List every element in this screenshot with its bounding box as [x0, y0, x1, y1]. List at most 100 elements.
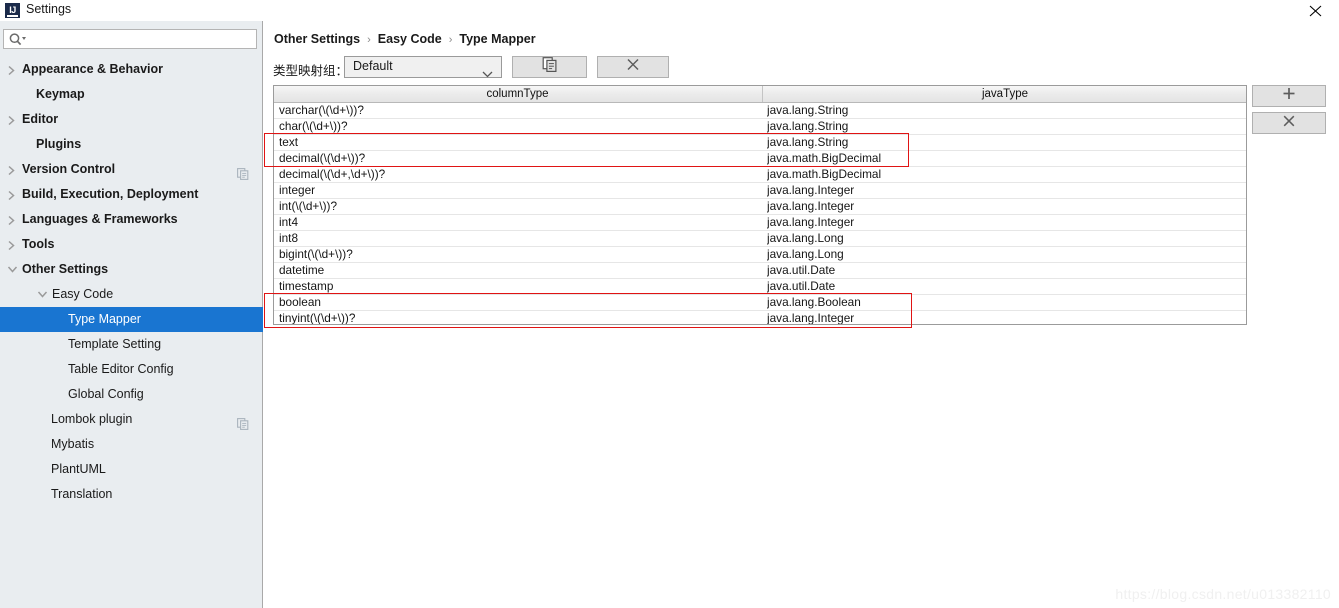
cell-javatype[interactable]: java.lang.String: [767, 135, 848, 151]
table-row[interactable]: bigint(\(\d+\))? java.lang.Long: [274, 247, 1246, 263]
table-row[interactable]: timestamp java.util.Date: [274, 279, 1246, 295]
sidebar-item-label: Mybatis: [51, 432, 94, 457]
cell-columntype[interactable]: integer: [279, 183, 315, 199]
sidebar-item-label: Tools: [22, 232, 54, 257]
chevron-right-icon[interactable]: [6, 182, 18, 207]
copy-icon: [542, 57, 557, 77]
delete-group-button[interactable]: [597, 56, 669, 78]
column-header-javatype[interactable]: javaType: [762, 86, 1247, 102]
chevron-right-icon[interactable]: [6, 107, 18, 132]
table-row[interactable]: integer java.lang.Integer: [274, 183, 1246, 199]
chevron-right-icon[interactable]: [6, 232, 18, 257]
table-row[interactable]: int8 java.lang.Long: [274, 231, 1246, 247]
cell-columntype[interactable]: int8: [279, 231, 298, 247]
sidebar-item-easy-code[interactable]: Easy Code: [0, 282, 263, 307]
table-row[interactable]: decimal(\(\d+,\d+\))? java.math.BigDecima…: [274, 167, 1246, 183]
settings-content-pane: Other Settings›Easy Code›Type Mapper 类型映…: [264, 21, 1339, 608]
cell-columntype[interactable]: int(\(\d+\))?: [279, 199, 337, 215]
cell-javatype[interactable]: java.util.Date: [767, 279, 835, 295]
sidebar-item-template-setting[interactable]: Template Setting: [0, 332, 263, 357]
sidebar-item-tools[interactable]: Tools: [0, 232, 263, 257]
sidebar-item-label: Template Setting: [68, 332, 161, 357]
cell-javatype[interactable]: java.lang.Long: [767, 247, 844, 263]
type-mapping-group-label: 类型映射组：: [273, 60, 348, 79]
search-box[interactable]: [3, 29, 257, 49]
sidebar-item-languages-frameworks[interactable]: Languages & Frameworks: [0, 207, 263, 232]
copy-group-button[interactable]: [512, 56, 587, 78]
cell-javatype[interactable]: java.util.Date: [767, 263, 835, 279]
breadcrumb-item[interactable]: Other Settings: [274, 32, 360, 46]
sidebar-item-table-editor-config[interactable]: Table Editor Config: [0, 357, 263, 382]
breadcrumb-item[interactable]: Type Mapper: [459, 32, 535, 46]
breadcrumb-separator: ›: [442, 34, 460, 46]
chevron-right-icon[interactable]: [6, 207, 18, 232]
sidebar-item-plantuml[interactable]: PlantUML: [0, 457, 263, 482]
cell-javatype[interactable]: java.lang.String: [767, 119, 848, 135]
cell-javatype[interactable]: java.lang.Long: [767, 231, 844, 247]
cell-javatype[interactable]: java.lang.Integer: [767, 199, 854, 215]
add-mapping-button[interactable]: [1252, 85, 1326, 107]
table-header-row: columnType javaType: [274, 86, 1246, 103]
cell-javatype[interactable]: java.lang.Integer: [767, 311, 854, 325]
cell-columntype[interactable]: tinyint(\(\d+\))?: [279, 311, 355, 325]
sidebar-item-label: Other Settings: [22, 257, 108, 282]
window-title: Settings: [26, 2, 71, 16]
search-input[interactable]: [30, 30, 254, 48]
cell-javatype[interactable]: java.lang.String: [767, 103, 848, 119]
sidebar-item-keymap[interactable]: Keymap: [0, 82, 263, 107]
sidebar-item-label: Editor: [22, 107, 58, 132]
cell-columntype[interactable]: timestamp: [279, 279, 333, 295]
column-header-columntype[interactable]: columnType: [274, 86, 761, 102]
chevron-right-icon[interactable]: [6, 57, 18, 82]
table-row[interactable]: int(\(\d+\))? java.lang.Integer: [274, 199, 1246, 215]
sidebar-item-translation[interactable]: Translation: [0, 482, 263, 507]
close-icon: [1283, 114, 1295, 132]
table-row[interactable]: varchar(\(\d+\))? java.lang.String: [274, 103, 1246, 119]
cell-columntype[interactable]: varchar(\(\d+\))?: [279, 103, 364, 119]
table-row[interactable]: text java.lang.String: [274, 135, 1246, 151]
table-row[interactable]: decimal(\(\d+\))? java.math.BigDecimal: [274, 151, 1246, 167]
type-mapper-table: columnType javaType varchar(\(\d+\))? jav…: [273, 85, 1247, 325]
table-row[interactable]: int4 java.lang.Integer: [274, 215, 1246, 231]
sidebar-item-lombok-plugin[interactable]: Lombok plugin: [0, 407, 263, 432]
cell-javatype[interactable]: java.lang.Integer: [767, 183, 854, 199]
sidebar-item-label: Easy Code: [52, 282, 113, 307]
sidebar-item-version-control[interactable]: Version Control: [0, 157, 263, 182]
sidebar-item-label: Table Editor Config: [68, 357, 174, 382]
table-row[interactable]: tinyint(\(\d+\))? java.lang.Integer: [274, 311, 1246, 325]
sidebar-item-appearance-behavior[interactable]: Appearance & Behavior: [0, 57, 263, 82]
window-close-button[interactable]: [1293, 0, 1339, 21]
cell-columntype[interactable]: text: [279, 135, 298, 151]
cell-javatype[interactable]: java.math.BigDecimal: [767, 167, 881, 183]
cell-javatype[interactable]: java.lang.Integer: [767, 215, 854, 231]
table-row[interactable]: boolean java.lang.Boolean: [274, 295, 1246, 311]
table-row[interactable]: datetime java.util.Date: [274, 263, 1246, 279]
cell-columntype[interactable]: int4: [279, 215, 298, 231]
sidebar-item-editor[interactable]: Editor: [0, 107, 263, 132]
cell-javatype[interactable]: java.math.BigDecimal: [767, 151, 881, 167]
cell-columntype[interactable]: decimal(\(\d+,\d+\))?: [279, 167, 385, 183]
type-mapping-group-select[interactable]: Default: [344, 56, 502, 78]
table-row[interactable]: char(\(\d+\))? java.lang.String: [274, 119, 1246, 135]
sidebar-item-plugins[interactable]: Plugins: [0, 132, 263, 157]
sidebar-item-label: Global Config: [68, 382, 144, 407]
cell-columntype[interactable]: boolean: [279, 295, 321, 311]
chevron-right-icon[interactable]: [6, 157, 18, 182]
sidebar-item-other-settings[interactable]: Other Settings: [0, 257, 263, 282]
remove-mapping-button[interactable]: [1252, 112, 1326, 134]
cell-columntype[interactable]: decimal(\(\d+\))?: [279, 151, 365, 167]
window-title-bar: IJ Settings: [0, 0, 1339, 21]
cell-javatype[interactable]: java.lang.Boolean: [767, 295, 861, 311]
chevron-down-icon[interactable]: [6, 257, 18, 282]
cell-columntype[interactable]: datetime: [279, 263, 324, 279]
chevron-down-icon[interactable]: [36, 282, 48, 307]
sidebar-item-type-mapper[interactable]: Type Mapper: [0, 307, 263, 332]
cell-columntype[interactable]: bigint(\(\d+\))?: [279, 247, 353, 263]
sidebar-item-label: Appearance & Behavior: [22, 57, 163, 82]
cell-columntype[interactable]: char(\(\d+\))?: [279, 119, 348, 135]
sidebar-item-mybatis[interactable]: Mybatis: [0, 432, 263, 457]
sidebar-item-build-execution-deployment[interactable]: Build, Execution, Deployment: [0, 182, 263, 207]
sidebar-item-global-config[interactable]: Global Config: [0, 382, 263, 407]
intellij-app-icon: IJ: [5, 3, 20, 18]
breadcrumb-item[interactable]: Easy Code: [378, 32, 442, 46]
